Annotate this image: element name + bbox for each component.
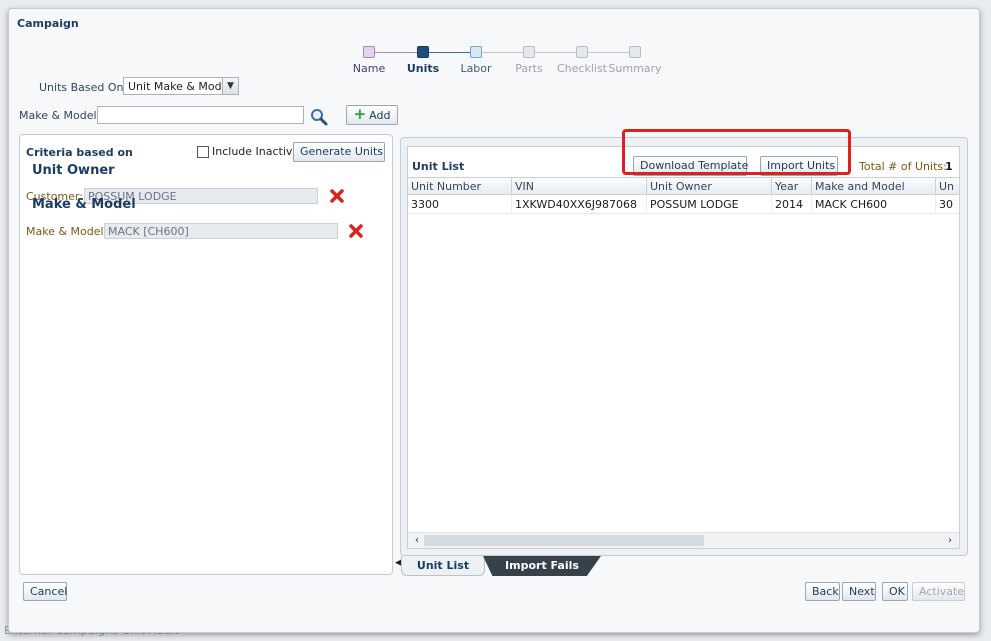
scroll-left-icon[interactable]: ‹ bbox=[410, 534, 424, 548]
make-model-heading: Make & Model bbox=[32, 197, 136, 212]
train-dot bbox=[470, 46, 482, 58]
make-model-label: Make & Model: bbox=[19, 109, 101, 122]
train-dot bbox=[576, 46, 588, 58]
ok-button[interactable]: OK bbox=[882, 582, 908, 601]
train-step-summary: Summary bbox=[605, 43, 665, 75]
train-label: Name bbox=[352, 62, 386, 75]
train-step-checklist: Checklist bbox=[552, 43, 612, 75]
criteria-panel: Criteria based on Include Inactive Gener… bbox=[19, 134, 393, 575]
unit-list-title: Unit List bbox=[412, 160, 465, 173]
column-header-unit-number[interactable]: Unit Number bbox=[408, 178, 512, 195]
campaign-dialog: Campaign Name Units Labor Parts Checklis… bbox=[8, 8, 980, 633]
make-model-input[interactable] bbox=[97, 106, 304, 124]
train-label: Checklist bbox=[557, 62, 607, 75]
train-dot bbox=[523, 46, 535, 58]
next-button[interactable]: Next bbox=[842, 582, 876, 601]
back-button[interactable]: Back bbox=[805, 582, 840, 601]
train-label: Labor bbox=[460, 62, 492, 75]
cell-make-model: MACK CH600 bbox=[812, 195, 936, 214]
train-step-name[interactable]: Name bbox=[339, 43, 399, 75]
train-dot bbox=[363, 46, 375, 58]
cancel-button[interactable]: Cancel bbox=[23, 582, 67, 601]
add-button[interactable]: + Add bbox=[346, 105, 398, 125]
cell-unit-owner: POSSUM LODGE bbox=[647, 195, 772, 214]
column-header-more[interactable]: Un bbox=[936, 178, 959, 195]
train-step-units[interactable]: Units bbox=[393, 43, 453, 75]
train-dot bbox=[629, 46, 641, 58]
cell-year: 2014 bbox=[772, 195, 812, 214]
generate-units-button[interactable]: Generate Units bbox=[293, 142, 385, 162]
units-based-on-value: Unit Make & Model bbox=[128, 80, 232, 93]
train-label: Units bbox=[406, 62, 440, 75]
search-icon[interactable] bbox=[309, 107, 329, 127]
dialog-title: Campaign bbox=[17, 17, 79, 30]
chevron-down-icon[interactable]: ▼ bbox=[222, 78, 238, 94]
tab-unit-list[interactable]: Unit List bbox=[401, 556, 485, 576]
make-model-field: MACK [CH600] bbox=[104, 223, 338, 239]
train-step-labor[interactable]: Labor bbox=[446, 43, 506, 75]
table-row[interactable]: 3300 1XKWD40XX6J987068 POSSUM LODGE 2014… bbox=[408, 195, 959, 214]
criteria-make-model-label: Make & Model: bbox=[26, 225, 108, 238]
delete-customer-icon[interactable] bbox=[329, 188, 345, 204]
cell-vin: 1XKWD40XX6J987068 bbox=[512, 195, 647, 214]
step-train: Name Units Labor Parts Checklist Summary bbox=[339, 43, 669, 83]
column-header-year[interactable]: Year bbox=[772, 178, 812, 195]
include-inactive-checkbox[interactable] bbox=[197, 146, 209, 158]
train-dot bbox=[417, 46, 429, 58]
train-label: Summary bbox=[608, 62, 662, 75]
tab-import-fails[interactable]: Import Fails bbox=[483, 556, 601, 576]
scroll-thumb[interactable] bbox=[424, 535, 704, 546]
scroll-right-icon[interactable]: › bbox=[943, 534, 957, 548]
cell-more: 30 bbox=[939, 198, 953, 211]
total-units-value: 1 bbox=[945, 160, 953, 173]
plus-icon: + bbox=[353, 105, 367, 123]
unit-table-header: Unit Number VIN Unit Owner Year Make and… bbox=[408, 177, 959, 195]
import-units-button[interactable]: Import Units bbox=[760, 156, 838, 176]
horizontal-scrollbar[interactable]: ‹ › bbox=[408, 532, 959, 548]
unit-owner-heading: Unit Owner bbox=[32, 163, 115, 178]
column-header-unit-owner[interactable]: Unit Owner bbox=[647, 178, 772, 195]
download-template-button[interactable]: Download Template bbox=[633, 156, 748, 176]
delete-make-model-icon[interactable] bbox=[348, 223, 364, 239]
train-step-parts: Parts bbox=[499, 43, 559, 75]
column-header-make-model[interactable]: Make and Model bbox=[812, 178, 936, 195]
activate-button: Activate bbox=[912, 582, 965, 601]
column-header-vin[interactable]: VIN bbox=[512, 178, 647, 195]
unit-list-content: Unit List Download Template Import Units… bbox=[407, 146, 960, 549]
units-based-on-label: Units Based On: bbox=[39, 81, 128, 94]
total-units-label: Total # of Units: bbox=[859, 160, 947, 173]
cell-unit-number: 3300 bbox=[408, 195, 512, 214]
train-label: Parts bbox=[515, 62, 543, 75]
criteria-heading: Criteria based on bbox=[26, 146, 133, 159]
add-label: Add bbox=[369, 109, 391, 122]
unit-list-panel: Unit List Download Template Import Units… bbox=[400, 137, 968, 556]
include-inactive-label: Include Inactive bbox=[212, 145, 300, 158]
units-based-on-select[interactable]: Unit Make & Model ▼ bbox=[123, 77, 239, 95]
